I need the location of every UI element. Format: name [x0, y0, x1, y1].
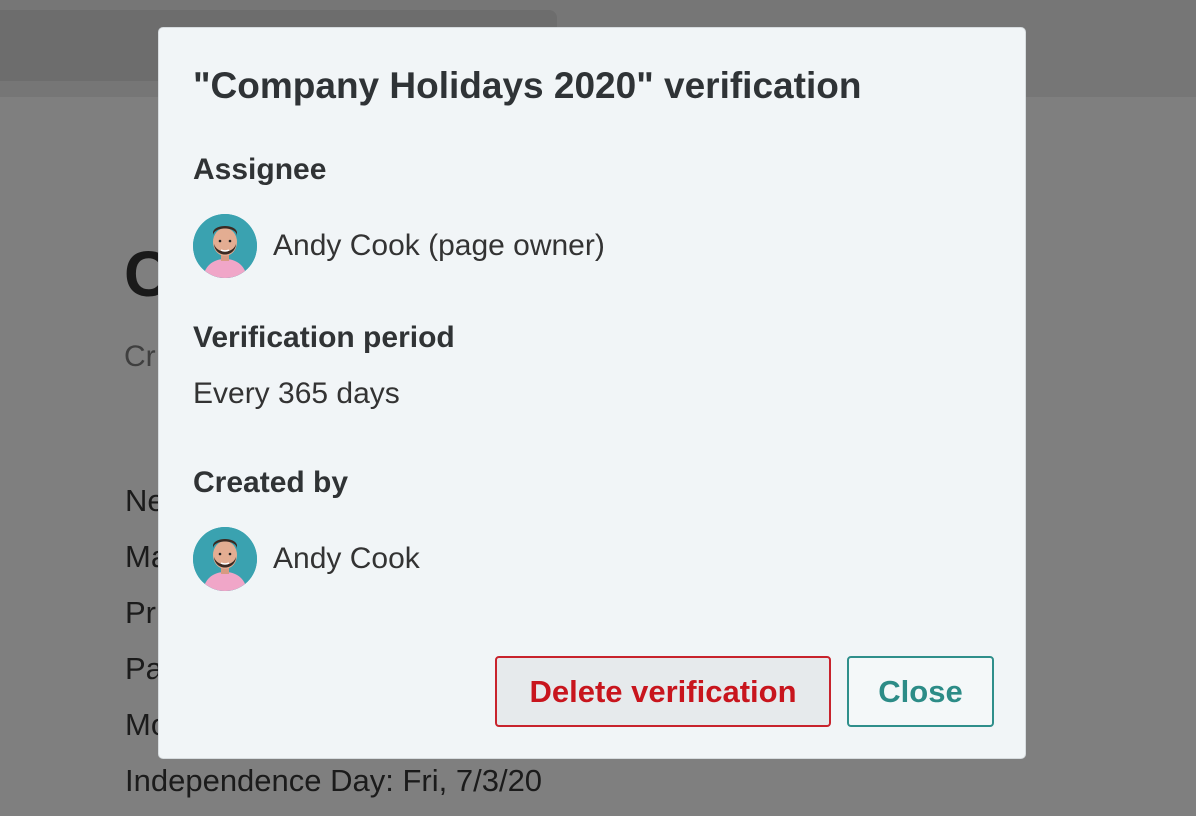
holiday-list-item: Independence Day: Fri, 7/3/20 [125, 763, 543, 798]
person-avatar-icon [193, 214, 257, 278]
holiday-list-item: Pr [125, 595, 156, 630]
created-by-label: Created by [193, 466, 349, 499]
person-avatar-icon [193, 527, 257, 591]
assignee-name: Andy Cook (page owner) [273, 229, 605, 262]
created-by-row: Andy Cook [193, 527, 420, 591]
verification-period-value: Every 365 days [193, 377, 400, 410]
assignee-label: Assignee [193, 153, 327, 186]
dialog-title: "Company Holidays 2020" verification [193, 65, 862, 106]
page-subtitle: Cr [124, 340, 156, 373]
delete-verification-button[interactable]: Delete verification [495, 656, 831, 727]
verification-dialog: "Company Holidays 2020" verification Ass… [158, 27, 1026, 759]
avatar [193, 214, 257, 278]
avatar [193, 527, 257, 591]
verification-period-label: Verification period [193, 321, 455, 354]
assignee-row: Andy Cook (page owner) [193, 214, 605, 278]
created-by-name: Andy Cook [273, 542, 420, 575]
close-button[interactable]: Close [847, 656, 994, 727]
